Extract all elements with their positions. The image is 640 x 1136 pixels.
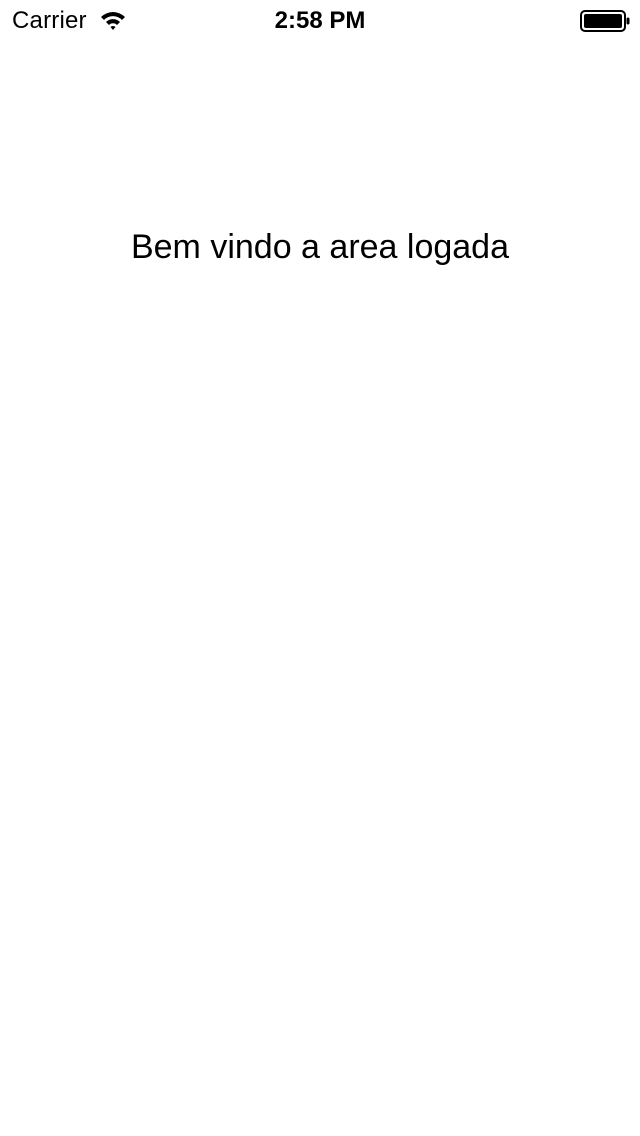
status-time: 2:58 PM xyxy=(274,7,366,34)
battery-full-icon xyxy=(580,10,630,32)
status-bar: Carrier 2:58 PM xyxy=(0,0,640,40)
welcome-message: Bem vindo a area logada xyxy=(130,228,510,266)
